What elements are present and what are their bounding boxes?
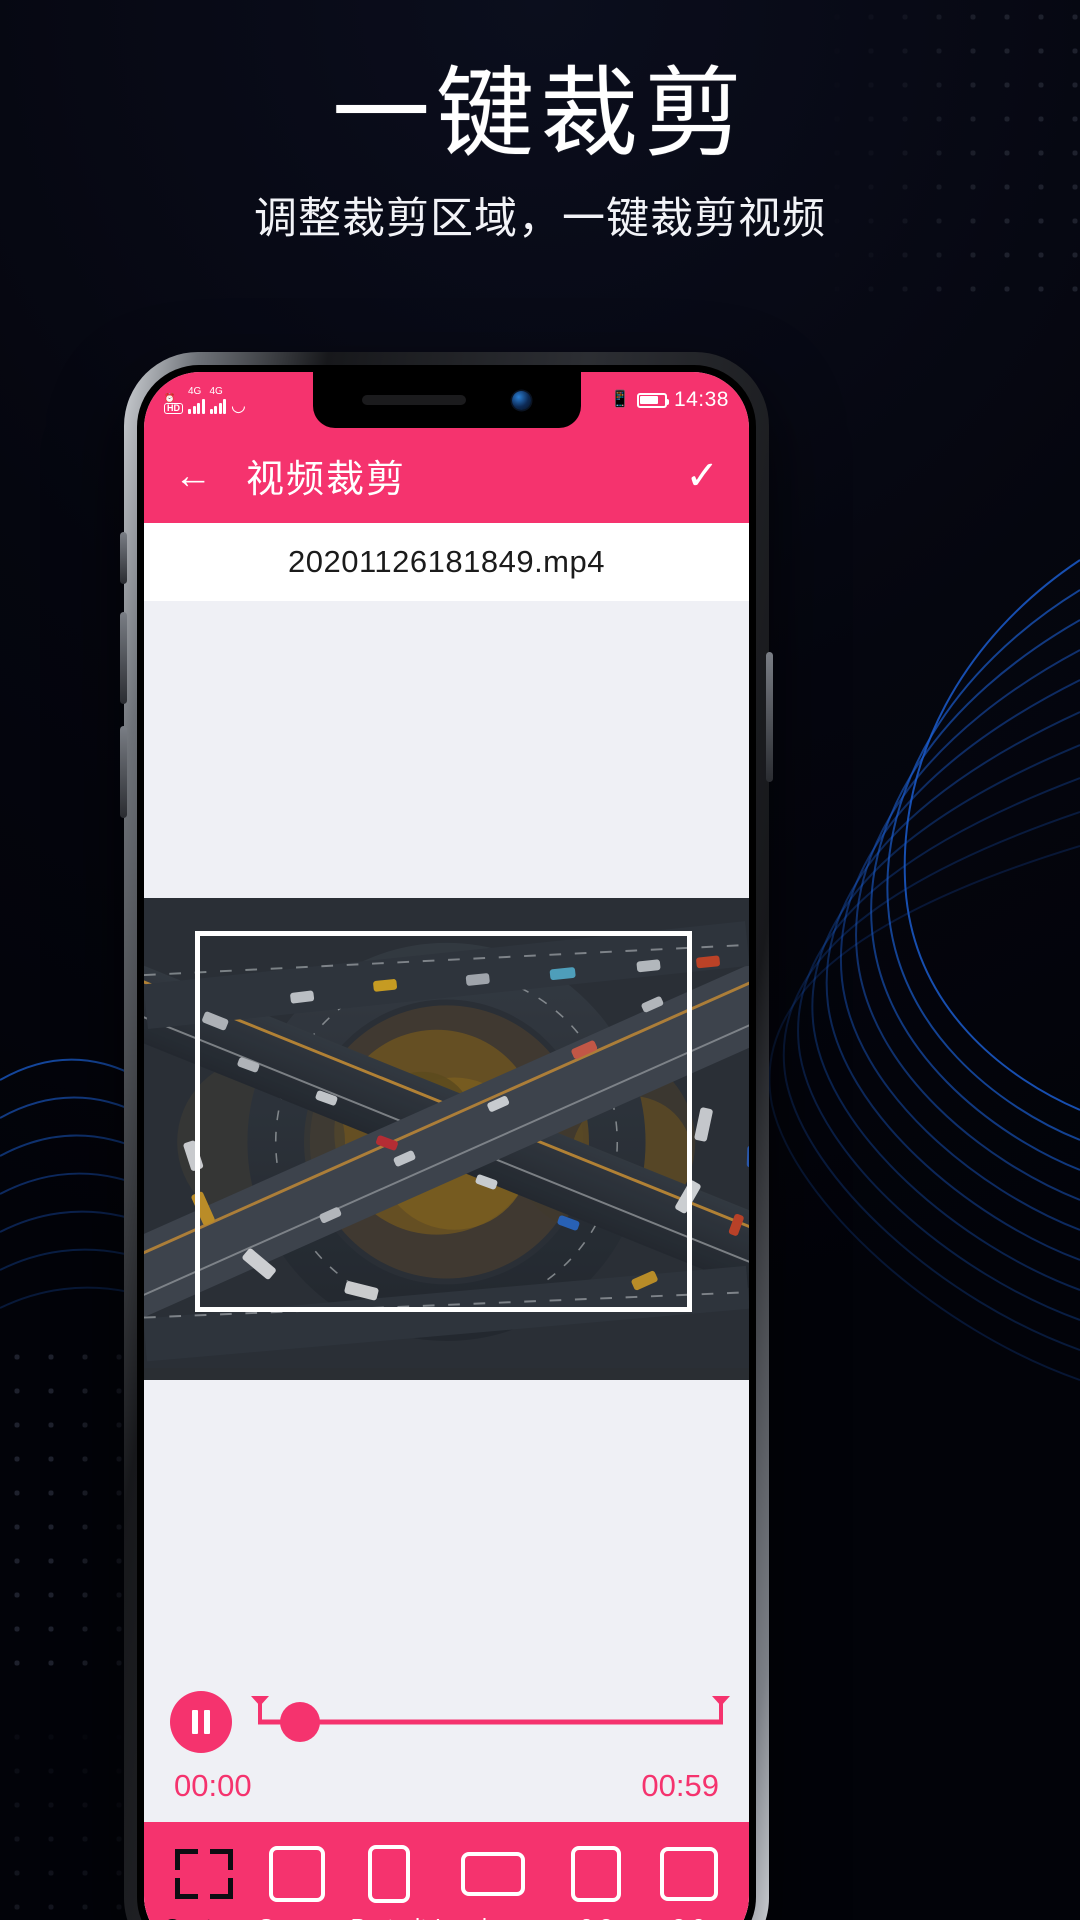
sim1-group: 4G (188, 385, 205, 414)
video-preview-area (144, 601, 749, 1676)
app-bar: ← 视频裁剪 ✓ (144, 428, 749, 523)
ratio-option-portrait[interactable]: Portrait (343, 1845, 435, 1920)
phone-button-power (766, 652, 773, 782)
sim-indicator-group: ⏰ HD (164, 392, 183, 414)
promo-subtitle: 调整裁剪区域，一键裁剪视频 (254, 193, 826, 244)
back-arrow-icon[interactable]: ← (174, 457, 220, 495)
ratio-option-custom[interactable]: Custom (158, 1848, 250, 1920)
phone-screen: ⏰ HD 4G 4G ◡ 📱 14:38 ← 视频裁剪 ✓ 2020112618… (144, 372, 749, 1920)
timeline-section: 00:00 00:59 (144, 1676, 749, 1822)
signal-bars-1 (188, 398, 205, 414)
phone-bezel: ⏰ HD 4G 4G ◡ 📱 14:38 ← 视频裁剪 ✓ 2020112618… (137, 365, 756, 1920)
ratio-option-square[interactable]: Square (250, 1846, 342, 1920)
editor-body: 00:00 00:59 Custom (144, 601, 749, 1920)
time-start-label: 00:00 (174, 1768, 252, 1803)
vibrate-icon: 📱 (610, 391, 630, 408)
trim-handle-end[interactable] (712, 1696, 730, 1722)
crop-landscape-icon (460, 1848, 525, 1900)
promo-screenshot: 一键裁剪 调整裁剪区域，一键裁剪视频 ⏰ HD 4G 4G ◡ 📱 14:38 … (0, 0, 1080, 1920)
ratio-label-custom: Custom (164, 1914, 245, 1920)
timeline-line (258, 1719, 723, 1725)
phone-notch (312, 372, 581, 428)
earpiece-speaker (362, 395, 466, 405)
ratio-label-landscape: Landscape (435, 1914, 550, 1920)
crop-custom-icon (175, 1848, 234, 1900)
check-icon[interactable]: ✓ (685, 456, 719, 496)
crop-2-3-icon (571, 1846, 622, 1902)
ratio-label-portrait: Portrait (351, 1914, 428, 1920)
ratio-label-2-3: 2:3 (580, 1914, 613, 1920)
sim2-group: 4G (209, 385, 226, 414)
phone-button-volume-up (120, 612, 127, 704)
battery-icon (636, 392, 669, 408)
phone-button-mute (120, 532, 127, 584)
ratio-label-3-2: 3.2 (672, 1914, 705, 1920)
crop-portrait-icon (367, 1845, 410, 1903)
status-left-icons: ⏰ HD 4G 4G ◡ (164, 385, 246, 415)
promo-headline: 一键裁剪 调整裁剪区域，一键裁剪视频 (0, 57, 1080, 245)
front-camera (512, 390, 531, 410)
network-type-1: 4G (188, 385, 202, 397)
crop-frame[interactable] (195, 931, 692, 1312)
crop-3-2-icon (659, 1847, 718, 1901)
wifi-icon: ◡ (231, 395, 246, 415)
alarm-icon: ⏰ (164, 392, 176, 403)
signal-bars-2 (209, 398, 226, 414)
status-clock: 14:38 (673, 388, 729, 411)
time-end-label: 00:59 (641, 1768, 719, 1803)
trim-handle-start[interactable] (251, 1696, 269, 1722)
ratio-option-3-2[interactable]: 3.2 (643, 1847, 735, 1920)
network-type-2: 4G (209, 385, 223, 397)
ratio-option-2-3[interactable]: 2:3 (550, 1846, 642, 1920)
aspect-ratio-bar: Custom Square Portrait Landscape (144, 1822, 749, 1920)
file-name-bar: 20201126181849.mp4 (144, 523, 749, 601)
volte-hd-badge: HD (164, 402, 183, 414)
timeline-row (170, 1676, 730, 1768)
timeline-labels: 00:00 00:59 (170, 1768, 723, 1822)
video-preview[interactable] (144, 897, 749, 1380)
status-bar: ⏰ HD 4G 4G ◡ 📱 14:38 (144, 372, 749, 428)
playhead-knob[interactable] (280, 1702, 320, 1742)
pause-icon[interactable] (170, 1691, 232, 1753)
ratio-option-landscape[interactable]: Landscape (435, 1848, 550, 1920)
crop-square-icon (268, 1846, 325, 1902)
promo-title: 一键裁剪 (331, 57, 748, 171)
timeline-track[interactable] (251, 1691, 730, 1753)
phone-button-volume-down (120, 726, 127, 818)
phone-mockup: ⏰ HD 4G 4G ◡ 📱 14:38 ← 视频裁剪 ✓ 2020112618… (120, 352, 773, 1920)
app-bar-title: 视频裁剪 (246, 457, 407, 501)
ratio-label-square: Square (259, 1914, 335, 1920)
status-right-icons: 📱 14:38 (610, 388, 729, 412)
file-name-text: 20201126181849.mp4 (288, 544, 605, 579)
